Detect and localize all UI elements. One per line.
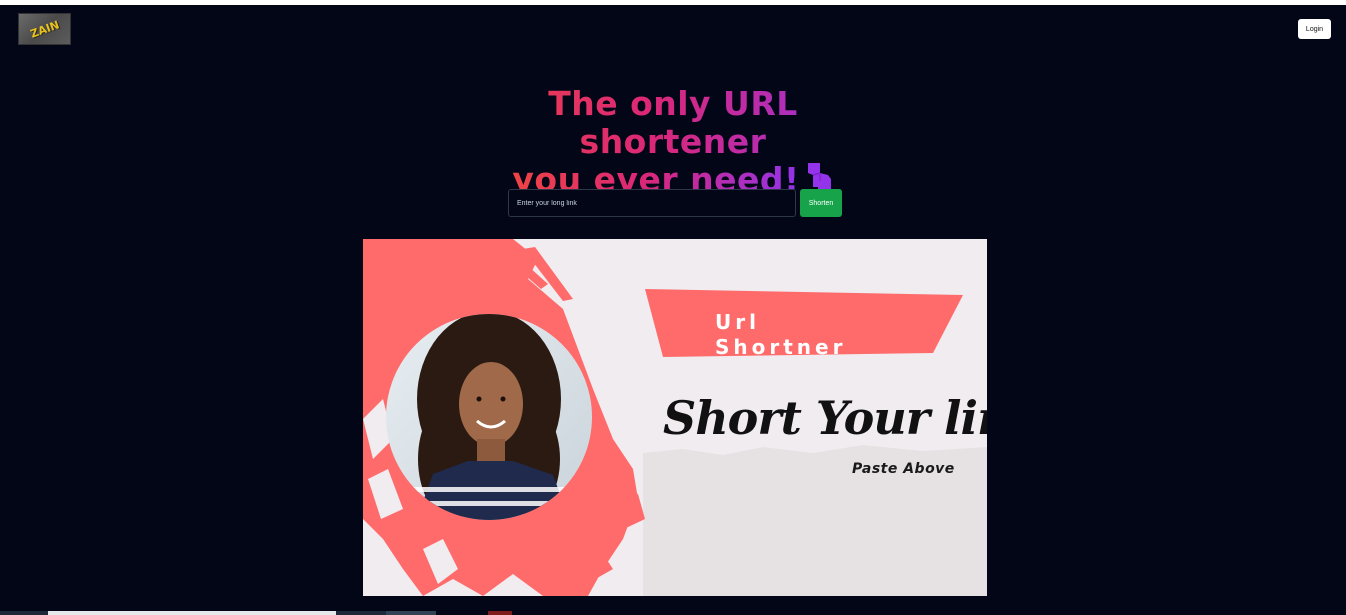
banner-subtext: Paste Above xyxy=(852,461,955,477)
hero-banner-image: Url Shortner Short Your link Paste Above xyxy=(363,239,987,596)
bottom-strip xyxy=(0,611,1346,615)
login-button[interactable]: Login xyxy=(1298,19,1331,39)
shorten-button[interactable]: Shorten xyxy=(800,189,842,217)
banner-script-text: Short Your link xyxy=(663,391,987,445)
shorten-form: Shorten xyxy=(508,189,842,217)
page: ZAIN Login The only URL shortener you ev… xyxy=(0,5,1346,615)
headline-line-1: The only URL shortener xyxy=(463,85,883,161)
logo-text: ZAIN xyxy=(28,17,61,41)
url-input[interactable] xyxy=(508,189,796,217)
banner-ribbon-title: Url Shortner xyxy=(715,310,847,358)
page-title: The only URL shortener you ever need! xyxy=(0,85,1346,199)
logo[interactable]: ZAIN xyxy=(18,13,71,45)
